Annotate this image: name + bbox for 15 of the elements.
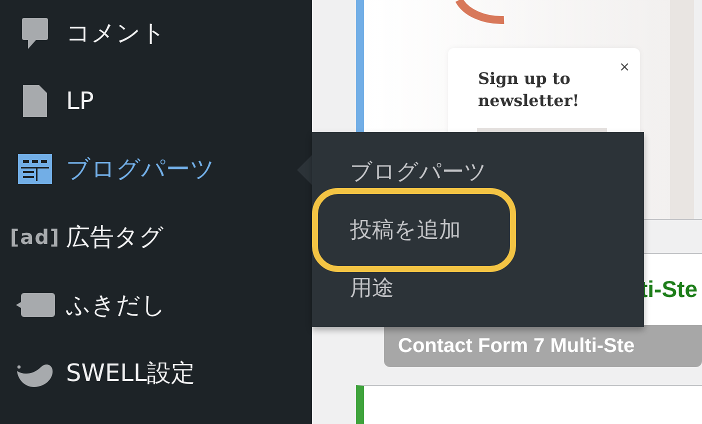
popup-title: Sign up to newsletter! (478, 68, 580, 112)
menu-item[interactable]: コメント (0, 0, 312, 67)
grid-icon (18, 154, 52, 184)
close-button[interactable]: × (619, 60, 630, 75)
page-icon (23, 85, 47, 117)
title-label: Contact Form 7 Multi-Ste (384, 325, 702, 368)
menu-item[interactable]: ブログパーツ (0, 135, 312, 203)
speech-bubble-icon (21, 17, 49, 49)
submenu-item[interactable]: 投稿を追加 (312, 188, 516, 272)
ad-icon: [ad] (10, 227, 60, 247)
menu-item[interactable]: SWELL設定 (0, 339, 312, 407)
speech-balloon-icon (15, 293, 55, 317)
menu-item[interactable]: ふきだし (0, 271, 312, 339)
menu-item[interactable]: [ad] 広告タグ (0, 203, 312, 271)
menu-item[interactable]: LP (0, 67, 312, 135)
